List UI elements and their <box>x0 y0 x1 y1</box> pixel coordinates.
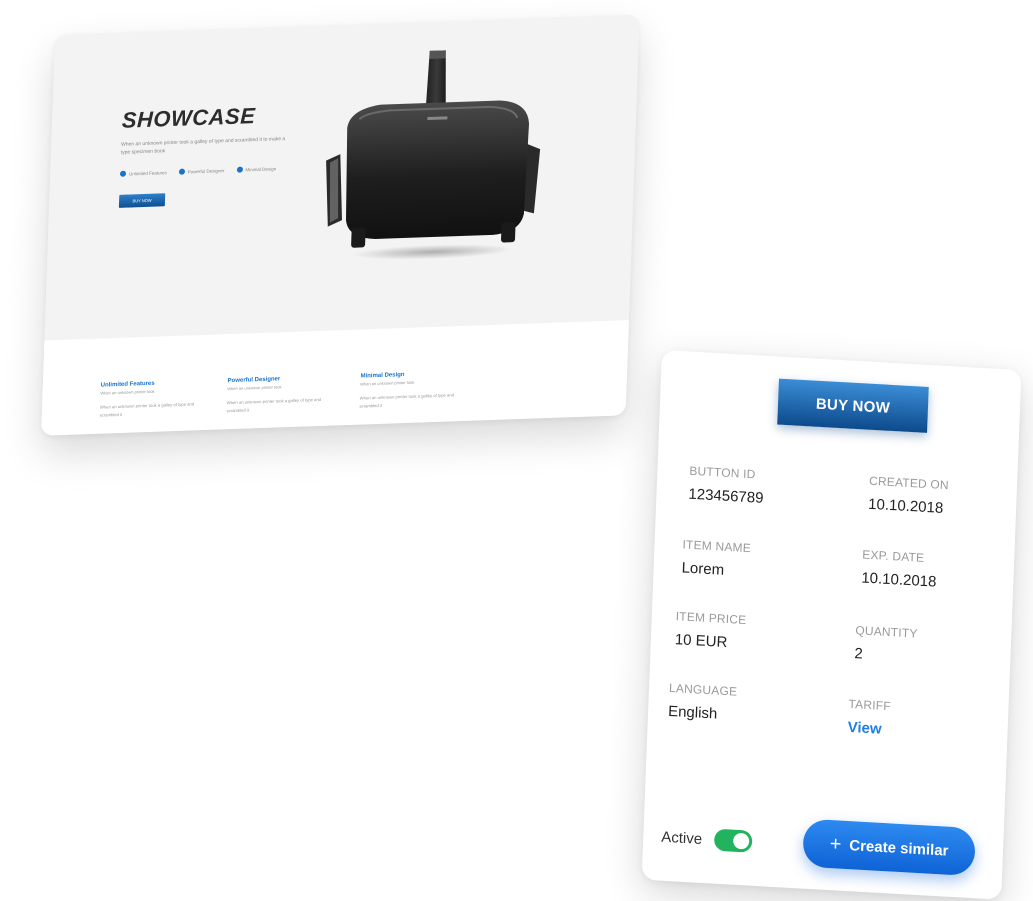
showcase-option-label: Minimal Design <box>245 165 277 172</box>
field-value: 123456789 <box>688 485 764 507</box>
field-button-id: BUTTON ID 123456789 <box>688 464 829 511</box>
feature-column: Minimal Design When an unknown printer t… <box>359 370 470 411</box>
field-language: LANGUAGE English <box>668 681 809 728</box>
field-label: QUANTITY <box>855 623 918 641</box>
tariff-view-link[interactable]: View <box>847 719 987 744</box>
field-value: English <box>667 702 718 723</box>
feature-subtitle: When an unknown printer took <box>227 384 282 392</box>
field-item-price: ITEM PRICE 10 EUR <box>675 609 816 656</box>
field-value: 10 EUR <box>674 631 728 652</box>
field-label: EXP. DATE <box>862 547 925 565</box>
field-created-on: CREATED ON 10.10.2018 <box>868 474 1009 521</box>
toggle-knob <box>732 832 750 850</box>
vr-headset-image <box>326 50 541 260</box>
field-value: 10.10.2018 <box>867 495 944 517</box>
showcase-options: Unlimited Features Powerful Designer Min… <box>119 165 277 177</box>
feature-column: Unlimited Features When an unknown print… <box>99 379 210 420</box>
showcase-hero: SHOWCASE When an unknown printer took a … <box>44 14 640 341</box>
create-similar-button[interactable]: + Create similar <box>802 818 976 877</box>
active-toggle-row: Active <box>661 826 753 853</box>
feature-subtitle: When an unknown printer took <box>360 379 415 387</box>
radio-dot-icon <box>178 168 185 175</box>
field-quantity: QUANTITY 2 <box>854 623 995 670</box>
field-value: 10.10.2018 <box>861 569 937 591</box>
feature-column: Powerful Designer When an unknown printe… <box>226 374 337 415</box>
showcase-option[interactable]: Powerful Designer <box>178 167 225 175</box>
buy-now-button[interactable]: BUY NOW <box>777 378 929 433</box>
field-label: BUTTON ID <box>689 463 756 482</box>
field-exp-date: EXP. DATE 10.10.2018 <box>861 547 1002 594</box>
showcase-buy-button[interactable]: BUY NOW <box>118 193 166 208</box>
field-label: TARIFF <box>848 696 892 714</box>
feature-description: When an unknown printer took a galley of… <box>226 396 322 414</box>
active-toggle[interactable] <box>713 828 753 853</box>
field-label: ITEM PRICE <box>675 609 747 628</box>
field-item-name: ITEM NAME Lorem <box>681 537 822 584</box>
showcase-option[interactable]: Minimal Design <box>236 165 277 173</box>
feature-description: When an unknown printer took a galley of… <box>99 401 195 418</box>
radio-dot-icon <box>236 166 243 173</box>
showcase-title: SHOWCASE <box>121 103 256 133</box>
showcase-option-label: Powerful Designer <box>187 167 225 174</box>
showcase-option[interactable]: Unlimited Features <box>119 169 167 177</box>
feature-description: When an unknown printer took a galley of… <box>359 392 455 409</box>
field-label: LANGUAGE <box>668 680 738 699</box>
plus-icon: + <box>829 833 842 856</box>
radio-dot-icon <box>119 170 127 177</box>
field-label: CREATED ON <box>868 473 950 493</box>
field-value: Lorem <box>681 559 725 579</box>
active-label: Active <box>660 828 703 848</box>
showcase-description: When an unknown printer took a galley of… <box>120 136 286 156</box>
showcase-preview-card: SHOWCASE When an unknown printer took a … <box>41 14 640 436</box>
feature-subtitle: When an unknown printer took <box>100 388 155 396</box>
field-tariff: TARIFF View <box>847 697 988 744</box>
button-details-card: BUY NOW BUTTON ID 123456789 CREATED ON 1… <box>641 350 1022 900</box>
field-value: 2 <box>854 645 864 663</box>
create-similar-label: Create similar <box>849 836 949 860</box>
showcase-features: Unlimited Features When an unknown print… <box>41 320 629 436</box>
field-label: ITEM NAME <box>682 537 752 556</box>
showcase-option-label: Unlimited Features <box>128 169 167 177</box>
